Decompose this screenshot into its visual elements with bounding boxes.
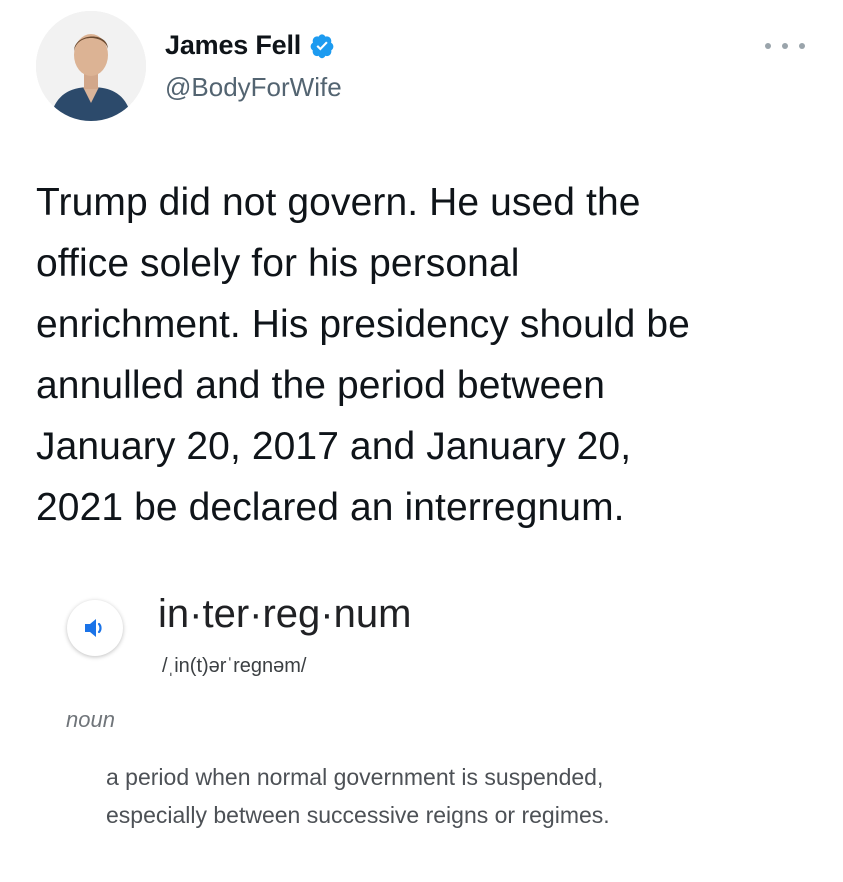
dictionary-word: in·ter·reg·num xyxy=(158,592,412,636)
tweet-text-line: enrichment. His presidency should be xyxy=(36,303,690,346)
tweet-text-line: office solely for his personal xyxy=(36,242,520,285)
pronounce-button[interactable] xyxy=(67,600,123,656)
speaker-icon xyxy=(85,619,102,637)
author-name[interactable]: James Fell xyxy=(165,30,301,61)
tweet-text-line: Trump did not govern. He used the xyxy=(36,181,641,224)
tweet-text-line: 2021 be declared an interregnum. xyxy=(36,486,625,529)
author-name-row: James Fell xyxy=(165,30,335,61)
dictionary-part-of-speech: noun xyxy=(66,707,115,732)
tweet-text-line: January 20, 2017 and January 20, xyxy=(36,425,632,468)
tweet-text-line: annulled and the period between xyxy=(36,364,606,407)
tweet-card: James Fell @BodyForWife Trump did not go… xyxy=(0,0,843,882)
dictionary-pronunciation: /ˌin(t)ərˈreɡnəm/ xyxy=(162,655,307,677)
author-avatar[interactable] xyxy=(36,11,146,121)
more-options-icon[interactable] xyxy=(765,36,805,56)
dictionary-definition: a period when normal government is suspe… xyxy=(106,758,610,834)
more-dot xyxy=(799,43,805,49)
author-handle[interactable]: @BodyForWife xyxy=(165,72,342,103)
more-dot xyxy=(765,43,771,49)
definition-line: a period when normal government is suspe… xyxy=(106,764,604,790)
more-dot xyxy=(782,43,788,49)
verified-badge-icon xyxy=(309,33,335,59)
definition-line: especially between successive reigns or … xyxy=(106,802,610,828)
tweet-text: Trump did not govern. He used the office… xyxy=(36,172,826,538)
person-avatar-icon xyxy=(36,11,146,121)
